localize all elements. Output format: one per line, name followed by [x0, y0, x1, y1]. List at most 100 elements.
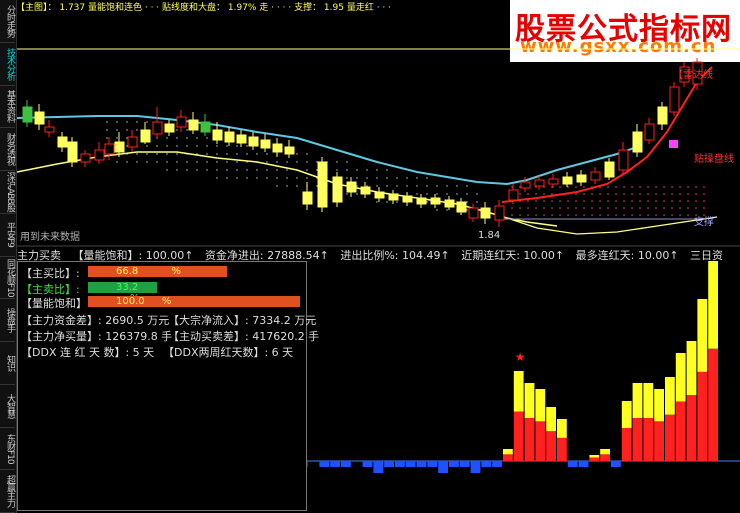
sidebar-tab[interactable]: 超赢主力: [0, 470, 15, 513]
band-dot: [695, 193, 697, 195]
bar-negative-blue: [438, 461, 448, 473]
candle-body: [188, 119, 199, 131]
candle-body: [302, 191, 313, 205]
band-dot: [386, 185, 388, 187]
bar-negative-blue: [578, 461, 589, 467]
band-dot: [176, 153, 178, 155]
band-dot: [346, 177, 348, 179]
sidebar-tab[interactable]: 分时走势: [0, 0, 15, 43]
sidebar-tab[interactable]: 东财F10: [0, 428, 15, 471]
future-data-warning: 用到未来数据: [20, 232, 80, 243]
band-dot: [687, 214, 689, 216]
band-dot: [316, 169, 318, 171]
band-dot: [639, 193, 641, 195]
sidebar-tab[interactable]: 平安F9: [0, 214, 15, 257]
band-dot: [623, 200, 625, 202]
candle-body: [494, 205, 505, 221]
band-dot: [535, 193, 537, 195]
candle-body: [94, 149, 105, 161]
candle-body: [176, 116, 187, 128]
band-dot: [206, 169, 208, 171]
sidebar-tab[interactable]: 知识: [0, 342, 15, 385]
band-dot: [426, 193, 428, 195]
band-dot: [631, 193, 633, 195]
band-dot: [376, 177, 378, 179]
band-dot: [639, 214, 641, 216]
band-dot: [176, 137, 178, 139]
band-dot: [206, 153, 208, 155]
sidebar-tab[interactable]: 财务透视: [0, 128, 15, 171]
band-dot: [116, 129, 118, 131]
band-dot: [236, 153, 238, 155]
bar-negative-blue: [492, 461, 502, 467]
candle-body: [534, 179, 545, 187]
bar-negative-blue: [319, 461, 330, 467]
band-dot: [446, 185, 448, 187]
bar-negative-blue: [362, 461, 373, 467]
candle-body: [164, 123, 175, 133]
band-dot: [591, 200, 593, 202]
band-dot: [535, 200, 537, 202]
band-dot: [156, 153, 158, 155]
band-dot: [456, 193, 458, 195]
band-dot: [196, 169, 198, 171]
band-dot: [116, 121, 118, 123]
bar-negative-blue: [611, 461, 621, 467]
band-dot: [591, 207, 593, 209]
candle-body: [444, 199, 455, 208]
band-dot: [663, 207, 665, 209]
band-dot: [663, 186, 665, 188]
band-dot: [266, 161, 268, 163]
candlestick-chart[interactable]: [17, 12, 740, 247]
band-dot: [186, 161, 188, 163]
band-dot: [416, 193, 418, 195]
bar-lower: [686, 395, 697, 461]
candle-body: [80, 153, 91, 163]
band-dot: [703, 200, 705, 202]
band-dot: [476, 193, 478, 195]
sidebar-tab[interactable]: 基本资料: [0, 86, 15, 129]
main-sell-bar: 33.2 %: [88, 282, 157, 304]
band-dot: [336, 169, 338, 171]
band-dot: [687, 207, 689, 209]
candle-body: [248, 136, 259, 147]
band-dot: [276, 177, 278, 179]
band-dot: [206, 145, 208, 147]
band-dot: [655, 214, 657, 216]
candle-body: [224, 131, 235, 143]
band-dot: [376, 169, 378, 171]
band-dot: [519, 214, 521, 216]
bar-upper: [600, 449, 610, 455]
band-dot: [256, 169, 258, 171]
band-dot: [256, 153, 258, 155]
band-dot: [535, 207, 537, 209]
band-dot: [631, 207, 633, 209]
band-dot: [366, 169, 368, 171]
sidebar-tab[interactable]: 技术分析: [0, 43, 15, 86]
candle-body: [346, 181, 357, 193]
band-dot: [136, 161, 138, 163]
band-dot: [406, 185, 408, 187]
band-dot: [687, 186, 689, 188]
bar-upper: [697, 299, 708, 372]
band-dot: [607, 200, 609, 202]
band-dot: [527, 214, 529, 216]
band-dot: [615, 214, 617, 216]
band-dot: [186, 145, 188, 147]
sidebar-tab[interactable]: 操盘手: [0, 299, 15, 342]
band-dot: [436, 209, 438, 211]
band-dot: [567, 207, 569, 209]
band-dot: [466, 201, 468, 203]
sidebar-tab[interactable]: 大智慧: [0, 385, 15, 428]
candle-body: [67, 141, 78, 163]
candle-body: [576, 174, 587, 183]
band-dot: [599, 193, 601, 195]
sidebar-tab[interactable]: 同花顺F10: [0, 257, 15, 300]
candle-body: [508, 189, 519, 201]
band-dot: [216, 161, 218, 163]
band-dot: [591, 214, 593, 216]
bar-lower: [708, 348, 718, 461]
band-dot: [703, 207, 705, 209]
sidebar-tab[interactable]: 深沪ABB股: [0, 171, 15, 214]
band-dot: [559, 186, 561, 188]
